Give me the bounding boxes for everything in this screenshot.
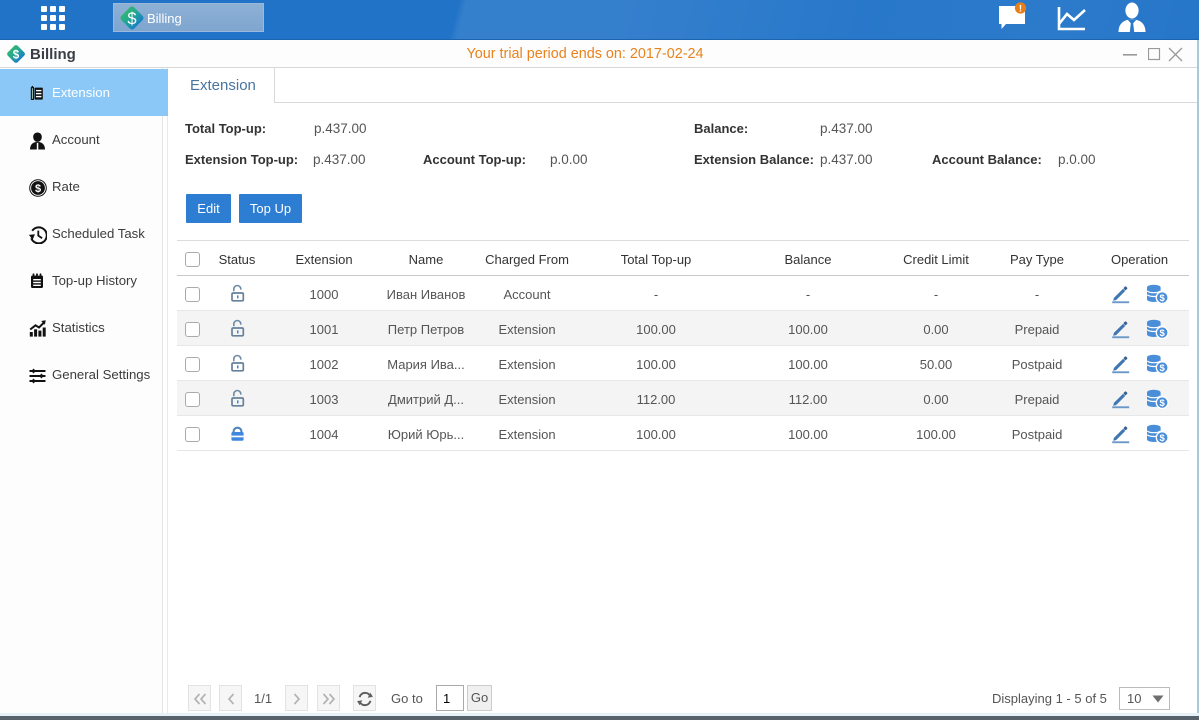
svg-text:$: $: [1159, 293, 1165, 304]
svg-text:$: $: [127, 10, 136, 28]
svg-text:!: !: [1019, 4, 1022, 15]
svg-text:$: $: [1159, 328, 1165, 339]
svg-text:$: $: [1159, 398, 1165, 409]
svg-text:$: $: [1159, 363, 1165, 374]
svg-text:$: $: [1159, 433, 1165, 444]
svg-text:$: $: [35, 183, 41, 195]
